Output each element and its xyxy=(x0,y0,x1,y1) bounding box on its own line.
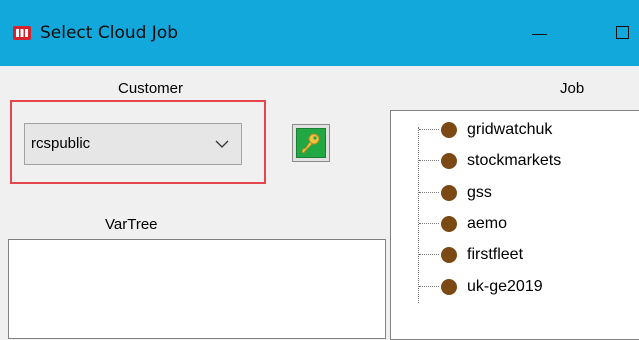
tree-branch xyxy=(419,254,439,255)
login-key-button[interactable] xyxy=(292,124,330,162)
job-item-uk-ge2019[interactable]: uk-ge2019 xyxy=(391,275,639,299)
job-item-stockmarkets[interactable]: stockmarkets xyxy=(391,149,639,173)
tree-branch xyxy=(419,192,439,193)
title-bar[interactable]: Select Cloud Job xyxy=(0,0,639,66)
node-dot-icon xyxy=(441,185,457,201)
tree-branch xyxy=(419,223,439,224)
job-item-label: firstfleet xyxy=(467,246,524,263)
tree-branch xyxy=(419,160,439,161)
job-item-label: uk-ge2019 xyxy=(467,278,543,295)
minimize-button[interactable] xyxy=(510,15,570,51)
job-label: Job xyxy=(560,80,585,97)
node-dot-icon xyxy=(441,216,457,232)
app-logo-icon xyxy=(13,26,31,40)
maximize-button[interactable] xyxy=(605,15,639,51)
node-dot-icon xyxy=(441,122,457,138)
job-item-firstfleet[interactable]: firstfleet xyxy=(391,243,639,267)
window-title: Select Cloud Job xyxy=(40,23,179,43)
job-item-label: stockmarkets xyxy=(467,152,562,169)
job-item-label: gss xyxy=(467,184,492,201)
tree-branch xyxy=(419,286,439,287)
job-item-aemo[interactable]: aemo xyxy=(391,212,639,236)
node-dot-icon xyxy=(441,247,457,263)
node-dot-icon xyxy=(441,153,457,169)
vartree-label: VarTree xyxy=(105,216,158,233)
job-item-label: aemo xyxy=(467,215,508,232)
customer-dropdown[interactable]: rcspublic xyxy=(24,123,242,165)
customer-selected-value: rcspublic xyxy=(31,135,91,152)
node-dot-icon xyxy=(441,279,457,295)
job-item-label: gridwatchuk xyxy=(467,121,553,138)
key-button-face xyxy=(296,128,326,158)
key-icon xyxy=(301,133,320,154)
vartree-panel[interactable] xyxy=(8,239,386,339)
chevron-down-icon xyxy=(215,140,229,148)
job-tree[interactable]: gridwatchuk stockmarkets gss aemo firstf… xyxy=(390,110,639,340)
job-item-gridwatchuk[interactable]: gridwatchuk xyxy=(391,118,639,142)
tree-branch xyxy=(419,129,439,130)
job-item-gss[interactable]: gss xyxy=(391,181,639,205)
customer-label: Customer xyxy=(118,80,184,97)
